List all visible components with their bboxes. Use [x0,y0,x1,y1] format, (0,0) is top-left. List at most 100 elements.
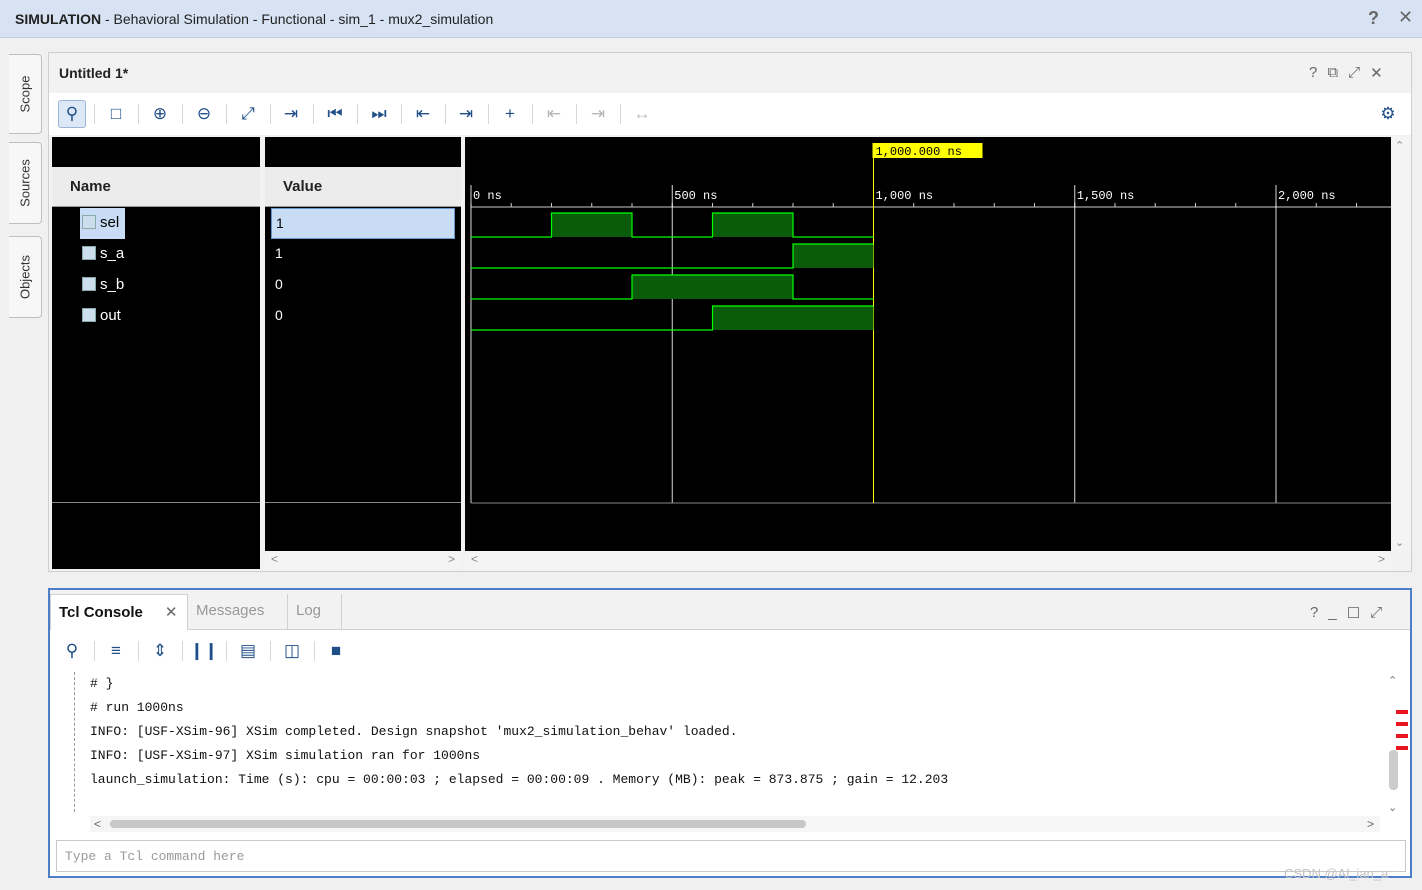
tab-log-label: Log [296,602,322,619]
copy-icon[interactable]: ▤ [234,637,262,665]
waveform-toolbar: ⚲ □ ⊕ ⊖ ⤢ ⇥ ⏮ ⏭ ⇤ ⇥ + ⇤ ⇥ ↔ ⚙ [49,93,1411,135]
signal-name: s_b [100,276,125,293]
signal-icon [82,215,96,229]
tab-messages-label: Messages [196,602,265,619]
time-tick-label: 500 ns [674,189,717,203]
next-marker-icon[interactable]: ⇥ [584,100,612,128]
console-hscrollbar[interactable]: < > [90,816,1380,832]
waveform-area[interactable]: 0 ns 500 ns 1,000 ns 1,500 ns 2,000 ns 1,000.… [465,137,1391,569]
signal-row-s_a[interactable]: s_a [52,239,260,270]
panel-help-icon[interactable]: ? [1309,64,1317,82]
tab-objects-label: Objects [17,254,33,300]
tab-sources[interactable]: Sources [9,142,42,224]
close-icon[interactable]: ✕ [1398,7,1413,28]
window-title: SIMULATION - Behavioral Simulation - Fun… [15,11,493,27]
panel-float-icon[interactable]: ⤢ [1348,64,1360,82]
save-icon[interactable]: □ [102,100,130,128]
goto-end-icon[interactable]: ⏭ [365,100,393,128]
tab-tcl-console-label: Tcl Console [59,604,143,621]
value-row-s_b[interactable]: 0 [265,270,461,301]
console-toolbar: ⚲ ≡ ⇕ ❙❙ ▤ ◫ ■ [50,630,1410,672]
value-row-out[interactable]: 0 [265,301,461,332]
goto-cursor-icon[interactable]: ⇥ [277,100,305,128]
wave-high-fill [712,213,793,237]
signal-name-column: Name sel s_a s_b out [52,137,260,569]
value-row-s_a[interactable]: 1 [265,239,461,270]
add-marker-icon[interactable]: + [496,100,524,128]
pause-icon[interactable]: ❙❙ [190,637,219,665]
signal-row-out[interactable]: out [52,301,260,332]
waveform-panel-controls: ? ⧉ ⤢ ✕ [1309,64,1383,82]
search-icon[interactable]: ⚲ [58,100,86,128]
previous-marker-icon[interactable]: ⇤ [540,100,568,128]
tab-scope[interactable]: Scope [9,54,42,134]
console-maximize-icon[interactable]: ☐ [1347,604,1360,622]
time-tick-label: 1,000 ns [876,189,934,203]
time-tick-label: 2,000 ns [1278,189,1336,203]
expand-all-icon[interactable]: ⇕ [146,637,174,665]
signal-value: 0 [275,307,283,323]
tab-objects[interactable]: Objects [9,236,42,318]
console-minimize-icon[interactable]: _ [1328,604,1336,622]
time-tick-label: 0 ns [473,189,502,203]
console-line: # run 1000ns [90,700,184,715]
value-hscrollbar[interactable]: < > [265,551,461,569]
window-title-bold: SIMULATION [15,11,102,27]
signal-icon [82,308,96,322]
panel-restore-icon[interactable]: ⧉ [1327,64,1338,82]
time-tick-label: 1,500 ns [1077,189,1135,203]
next-transition-icon[interactable]: ⇥ [452,100,480,128]
name-column-header[interactable]: Name [52,167,260,207]
console-line: # } [90,676,114,691]
swap-cursors-icon[interactable]: ↔ [628,100,656,128]
name-header-label: Name [70,178,111,195]
signal-value: 1 [271,208,455,239]
window-title-rest: - Behavioral Simulation - Functional - s… [101,11,494,27]
search-icon[interactable]: ⚲ [58,637,86,665]
waveform-vscrollbar[interactable]: ⌃ ⌄ [1391,137,1409,551]
clear-icon[interactable]: ■ [322,637,350,665]
tab-messages[interactable]: Messages [188,594,288,630]
wave-high-fill [793,244,874,268]
side-tab-bar: Scope Sources Objects [0,38,46,890]
previous-transition-icon[interactable]: ⇤ [409,100,437,128]
signal-row-sel[interactable]: sel [52,208,260,239]
goto-start-icon[interactable]: ⏮ [321,100,349,128]
tab-close-icon[interactable]: ✕ [165,604,178,621]
console-output[interactable]: # } # run 1000ns INFO: [USF-XSim-96] XSi… [50,672,1386,820]
console-line: launch_simulation: Time (s): cpu = 00:00… [90,772,949,787]
panel-close-icon[interactable]: ✕ [1370,64,1383,82]
cursor-label: 1,000.000 ns [876,145,962,159]
zoom-fit-icon[interactable]: ⤢ [234,100,262,128]
console-panel-controls: ? _ ☐ ⤢ [1310,604,1382,622]
waveform-hscrollbar[interactable]: < > [465,551,1391,569]
tcl-command-input[interactable] [56,840,1406,872]
settings-icon[interactable]: ⚙ [1374,100,1402,128]
console-help-icon[interactable]: ? [1310,604,1318,622]
tab-scope-label: Scope [17,75,33,113]
tab-sources-label: Sources [17,159,33,207]
collapse-all-icon[interactable]: ≡ [102,637,130,665]
waveform-title: Untitled 1* [59,65,129,81]
console-gutter [74,672,75,812]
tcl-console-panel: Tcl Console ✕ Messages Log ? _ ☐ ⤢ ⚲ ≡ ⇕ … [48,588,1412,878]
console-line: INFO: [USF-XSim-96] XSim completed. Desi… [90,724,738,739]
watermark: CSDN @Al_ian_a [1284,866,1389,881]
value-row-sel[interactable]: 1 [265,208,461,239]
tab-tcl-console[interactable]: Tcl Console ✕ [50,594,188,630]
zoom-in-icon[interactable]: ⊕ [146,100,174,128]
signal-name: sel [100,214,120,231]
signal-icon [82,277,96,291]
signal-row-s_b[interactable]: s_b [52,270,260,301]
zoom-out-icon[interactable]: ⊖ [190,100,218,128]
wave-high-fill [632,275,793,299]
error-markers [1396,710,1408,758]
console-tab-bar: Tcl Console ✕ Messages Log ? _ ☐ ⤢ [50,590,1410,630]
console-float-icon[interactable]: ⤢ [1370,604,1382,622]
help-icon[interactable]: ? [1368,8,1379,29]
wave-high-fill [551,213,632,237]
columns-icon[interactable]: ◫ [278,637,306,665]
tab-log[interactable]: Log [288,594,342,630]
value-column-header[interactable]: Value [265,167,461,207]
waveform-canvas[interactable]: 0 ns 500 ns 1,000 ns 1,500 ns 2,000 ns 1,000.… [465,137,1391,551]
